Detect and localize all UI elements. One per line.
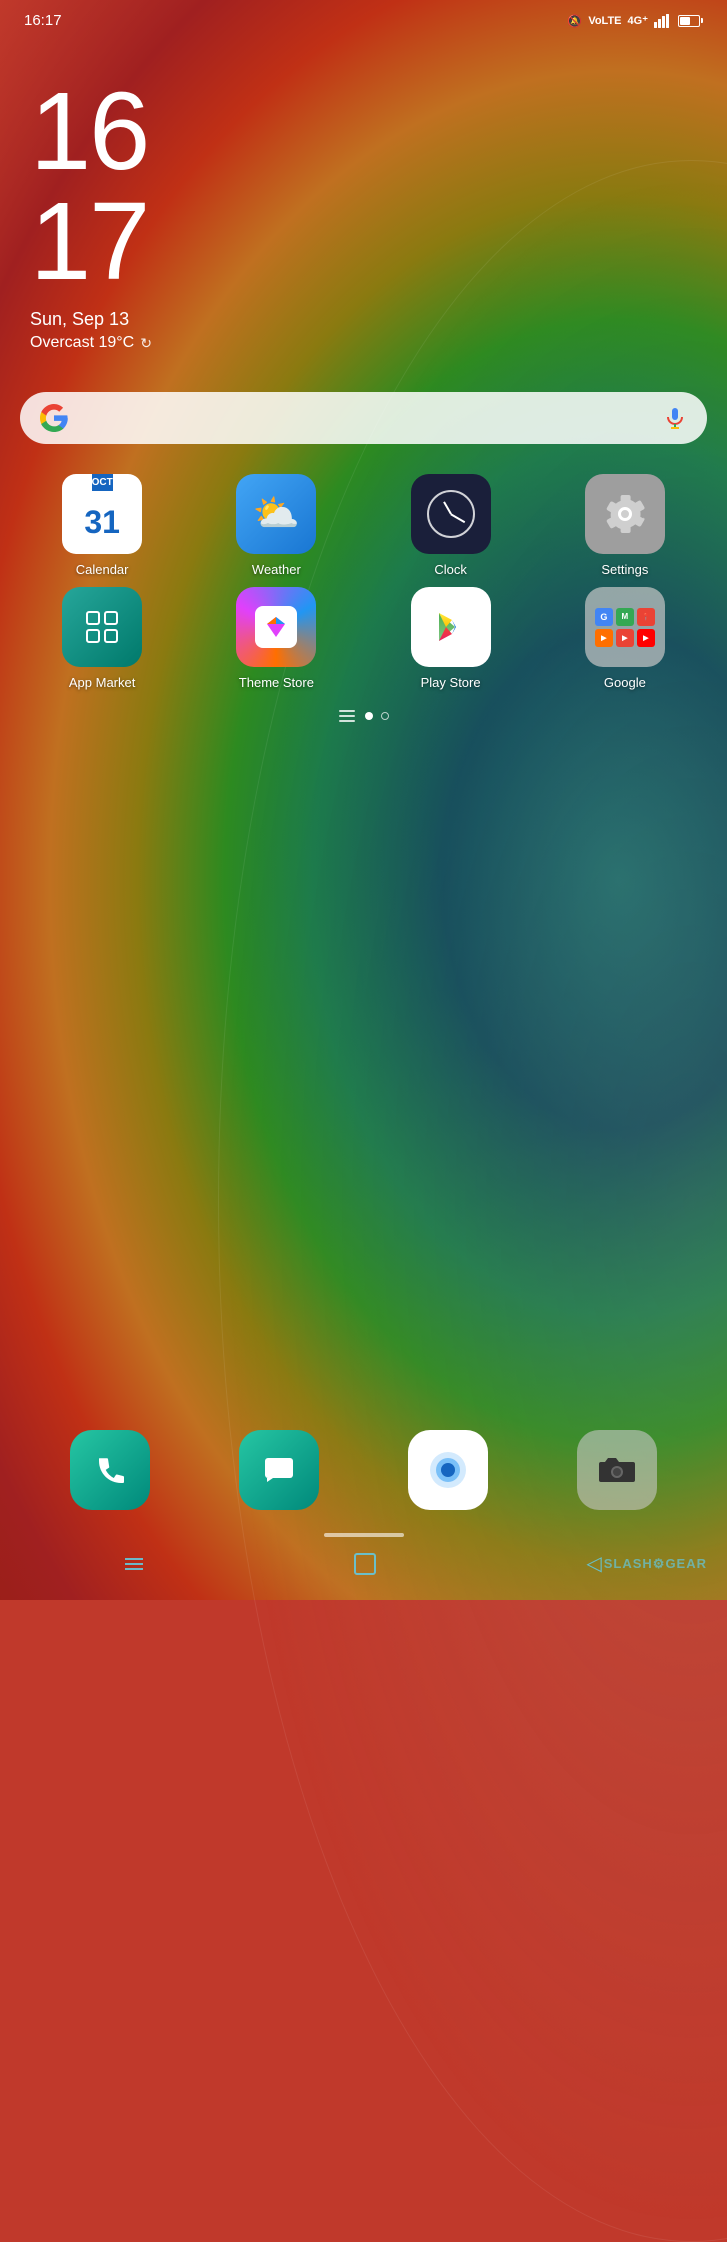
- nav-home-button[interactable]: [354, 1553, 376, 1575]
- search-input[interactable]: [80, 406, 651, 430]
- calendar-date: 31: [84, 491, 120, 554]
- calendar-icon: OCT 31: [62, 474, 142, 554]
- clock-minutes: 17: [30, 187, 697, 297]
- clock-date: Sun, Sep 13: [30, 309, 697, 330]
- app-item-playstore[interactable]: Play Store: [369, 587, 533, 690]
- search-section: [0, 362, 727, 464]
- google-folder-icon: G M 📍 ▶ ▶ ▶: [585, 587, 665, 667]
- weather-text: Overcast 19°C: [30, 334, 134, 352]
- status-bar: 16:17 🔕 VoLTE 4G⁺: [0, 0, 727, 37]
- dock-item-focus[interactable]: [369, 1430, 528, 1510]
- nav-bar: ◁: [20, 1547, 707, 1580]
- page-dot-inactive[interactable]: [381, 712, 389, 720]
- refresh-icon[interactable]: ↻: [140, 335, 152, 352]
- signal-4g-icon: 4G⁺: [628, 14, 648, 27]
- app-item-appmarket[interactable]: App Market: [20, 587, 184, 690]
- app-item-clock[interactable]: Clock: [369, 474, 533, 577]
- signal-bars-icon: [654, 14, 672, 28]
- app-label-themestore: Theme Store: [239, 675, 314, 690]
- playstore-icon: [411, 587, 491, 667]
- app-label-clock: Clock: [434, 562, 467, 577]
- appmarket-icon: [62, 587, 142, 667]
- app-item-google[interactable]: G M 📍 ▶ ▶ ▶ Google: [543, 587, 707, 690]
- page-dots: [365, 712, 389, 720]
- clock-icon: [411, 474, 491, 554]
- weather-icon: ⛅: [236, 474, 316, 554]
- app-item-weather[interactable]: ⛅ Weather: [194, 474, 358, 577]
- status-time: 16:17: [24, 12, 62, 29]
- nav-menu-button[interactable]: [125, 1558, 143, 1570]
- app-grid-row1: OCT 31 Calendar ⛅ Weather Clock: [0, 464, 727, 587]
- app-label-google: Google: [604, 675, 646, 690]
- dock: [20, 1415, 707, 1525]
- dock-item-camera[interactable]: [538, 1430, 697, 1510]
- dock-item-messages[interactable]: [199, 1430, 358, 1510]
- clock-widget: 16 17 Sun, Sep 13 Overcast 19°C ↻: [0, 37, 727, 362]
- app-label-playstore: Play Store: [421, 675, 481, 690]
- status-icons: 🔕 VoLTE 4G⁺: [567, 14, 703, 28]
- app-label-appmarket: App Market: [69, 675, 135, 690]
- page-dot-active[interactable]: [365, 712, 373, 720]
- mute-icon: 🔕: [567, 14, 582, 28]
- app-label-settings: Settings: [601, 562, 648, 577]
- battery-icon: [678, 15, 703, 27]
- app-label-weather: Weather: [252, 562, 301, 577]
- messages-icon: [239, 1430, 319, 1510]
- clock-weather: Overcast 19°C ↻: [30, 334, 697, 352]
- app-item-calendar[interactable]: OCT 31 Calendar: [20, 474, 184, 577]
- microphone-icon[interactable]: [663, 406, 687, 430]
- home-bar-area: ◁: [0, 1525, 727, 1600]
- phone-icon: [70, 1430, 150, 1510]
- app-grid-row2: App Market Theme Store: [0, 587, 727, 700]
- themestore-icon: [236, 587, 316, 667]
- page-indicators: [0, 700, 727, 732]
- app-label-calendar: Calendar: [76, 562, 129, 577]
- focus-icon: [408, 1430, 488, 1510]
- google-logo-icon: [40, 404, 68, 432]
- app-item-settings[interactable]: Settings: [543, 474, 707, 577]
- dock-item-phone[interactable]: [30, 1430, 189, 1510]
- camera-icon: [577, 1430, 657, 1510]
- search-bar[interactable]: [20, 392, 707, 444]
- clock-hours: 16: [30, 77, 697, 187]
- settings-icon: [585, 474, 665, 554]
- menu-icon[interactable]: [339, 710, 355, 722]
- nav-back-button[interactable]: ◁: [586, 1551, 601, 1576]
- home-bar: [324, 1533, 404, 1537]
- app-item-themestore[interactable]: Theme Store: [194, 587, 358, 690]
- volte-icon: VoLTE: [588, 15, 621, 27]
